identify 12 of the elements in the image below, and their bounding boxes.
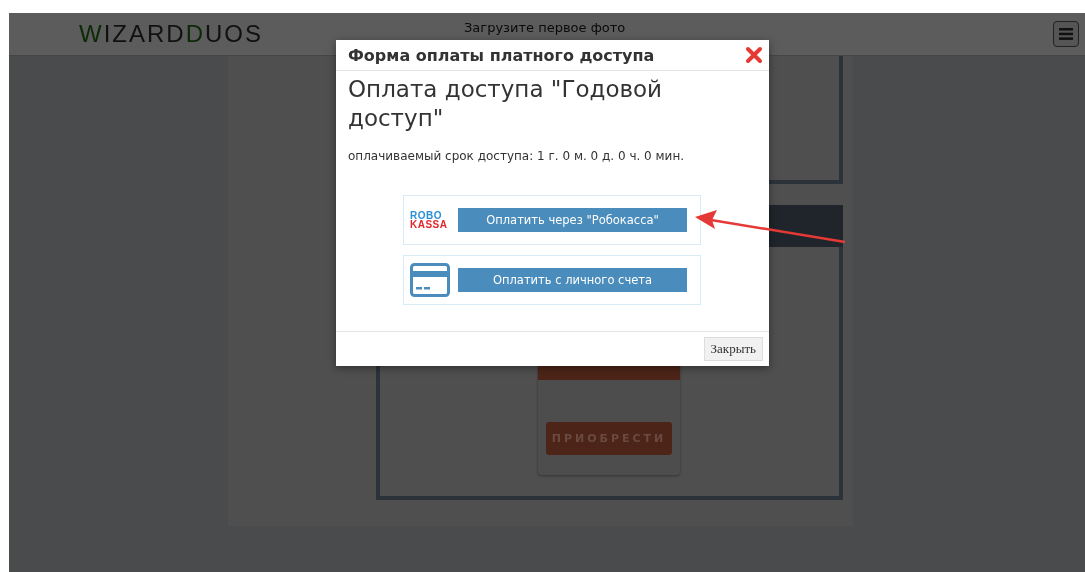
- pay-button[interactable]: Оплатить через "Робокасса": [458, 208, 687, 232]
- robokassa-logo: ROBO KASSA: [410, 211, 449, 229]
- close-button[interactable]: Закрыть: [703, 337, 763, 361]
- page-title: Загрузите первое фото: [464, 19, 627, 35]
- card-icon: [410, 263, 450, 297]
- logo[interactable]: WIZARDD UOS: [79, 20, 464, 48]
- access-period: оплачиваемый срок доступа: 1 г. 0 м. 0 д. 0 ч. 0 мин.: [348, 149, 686, 163]
- menu-icon[interactable]: [1053, 21, 1079, 47]
- close-icon[interactable]: [745, 46, 763, 64]
- dialog-heading: Оплата доступа "Годовой доступ": [348, 75, 664, 133]
- pay-button[interactable]: Оплатить с личного счета: [458, 268, 687, 292]
- dialog-title: Форма оплаты платного доступа: [348, 45, 655, 65]
